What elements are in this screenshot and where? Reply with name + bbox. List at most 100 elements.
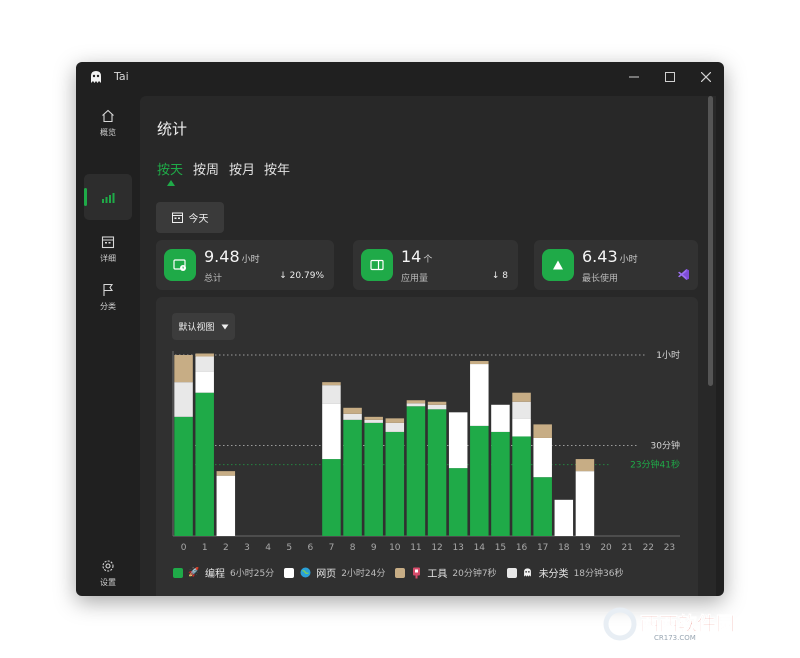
legend-item[interactable]: 工具 20分钟7秒 — [395, 565, 497, 580]
bar-segment — [174, 416, 193, 536]
bar-segment — [385, 431, 405, 536]
tab-day[interactable]: 按天 — [157, 159, 183, 178]
x-tick-label: 5 — [286, 543, 292, 553]
bar-segment — [448, 412, 468, 469]
legend: 🚀 编程 6小时25分 网页 2小时24分 工具 20分钟7秒 未分类 18分钟… — [173, 565, 633, 580]
bar-segment — [174, 382, 193, 417]
x-tick-label: 3 — [244, 543, 250, 553]
bar-segment — [575, 459, 595, 472]
maximize-icon — [665, 72, 675, 82]
bar-segment — [322, 459, 341, 536]
site-watermark: 西西软件园 CR173.COM — [602, 606, 780, 642]
bar-segment — [470, 425, 489, 536]
legend-item[interactable]: 🚀 编程 6小时25分 — [173, 565, 274, 580]
minimize-icon — [629, 76, 639, 78]
bar-segment — [216, 471, 236, 476]
x-tick-label: 23 — [664, 543, 675, 553]
date-label: 今天 — [188, 214, 209, 225]
watermark-text: 西西软件园 — [640, 612, 735, 635]
tab-year[interactable]: 按年 — [264, 159, 290, 178]
legend-time: 20分钟7秒 — [452, 569, 497, 579]
visual-studio-icon — [678, 269, 689, 280]
bar-segment — [512, 392, 531, 402]
sidebar-item-label: 设置 — [100, 577, 116, 587]
ghost-icon — [522, 567, 534, 579]
legend-name: 编程 — [205, 569, 225, 580]
x-tick-label: 11 — [410, 543, 421, 553]
bar-segment — [512, 418, 531, 437]
bar-segment — [216, 475, 236, 536]
bar-segment — [364, 416, 383, 420]
card-label: 最长使用 — [582, 274, 619, 284]
tab-week[interactable]: 按周 — [193, 159, 219, 178]
calendar-icon — [101, 235, 115, 248]
gear-icon — [102, 559, 114, 572]
bar-segment — [533, 437, 552, 478]
bar-segment — [343, 413, 362, 420]
app-window: Tai 概览 详细 分类 设置 统计 按天 按周 按月 按年 今天 9.48 小… — [76, 62, 724, 596]
active-indicator — [84, 188, 87, 206]
bar-segment — [343, 419, 362, 536]
x-tick-label: 13 — [452, 543, 463, 553]
x-tick-label: 19 — [579, 543, 591, 553]
tool-icon — [410, 567, 422, 579]
date-picker-button[interactable]: 今天 — [156, 202, 224, 233]
x-tick-label: 14 — [474, 543, 486, 553]
x-tick-label: 16 — [516, 543, 528, 553]
legend-item[interactable]: 未分类 18分钟36秒 — [506, 565, 623, 580]
maximize-button[interactable] — [652, 62, 688, 92]
legend-time: 2小时24分 — [341, 569, 386, 579]
total-icon-box — [164, 249, 196, 281]
bar-segment — [427, 404, 447, 410]
sidebar-item-overview[interactable]: 概览 — [84, 100, 132, 146]
bar-segment — [406, 403, 426, 407]
bar-segment — [427, 409, 447, 536]
x-tick-label: 8 — [350, 543, 356, 553]
x-tick-label: 2 — [223, 543, 229, 553]
tab-month[interactable]: 按月 — [229, 159, 255, 178]
sidebar-item-statistics[interactable] — [84, 174, 132, 220]
legend-name: 工具 — [427, 569, 448, 580]
x-tick-label: 12 — [431, 543, 442, 553]
bar-segment — [195, 392, 214, 536]
calendar-icon — [171, 212, 183, 223]
bar-segment — [470, 364, 489, 426]
bar-segment — [575, 471, 595, 536]
x-tick-label: 7 — [329, 543, 335, 553]
x-tick-label: 18 — [558, 543, 570, 553]
sidebar-item-label: 概览 — [100, 127, 116, 137]
card-value: 14 个 — [401, 247, 433, 266]
bar-segment — [364, 422, 383, 536]
rocket-icon: 🚀 — [188, 567, 200, 578]
app-logo-icon — [91, 71, 101, 83]
longest-icon-box — [542, 249, 574, 281]
legend-name: 未分类 — [538, 569, 569, 580]
reference-label: 23分钟41秒 — [630, 459, 680, 471]
x-tick-label: 4 — [265, 543, 271, 553]
globe-icon — [299, 567, 311, 579]
x-tick-label: 17 — [537, 543, 548, 553]
hourly-usage-chart: 1小时30分钟23分钟41秒0 1 2 3 4 5 6 7 8 9 10 11 12 13 14 15 16 17… — [172, 349, 680, 553]
bar-segment — [470, 361, 489, 365]
bar-segment — [406, 400, 426, 404]
sidebar-item-settings[interactable]: 设置 — [84, 550, 132, 596]
minimize-button[interactable] — [616, 62, 652, 92]
card-label: 应用量 — [401, 274, 429, 284]
x-tick-label: 6 — [307, 543, 313, 553]
sidebar: 概览 详细 分类 设置 — [76, 92, 140, 596]
total-card: 9.48 小时 总计 ↓ 20.79% — [156, 240, 334, 290]
sidebar-item-details[interactable]: 详细 — [84, 226, 132, 272]
bar-segment — [406, 406, 426, 536]
bar-segment — [385, 418, 405, 423]
x-tick-label: 10 — [389, 543, 401, 553]
longest-use-card: 6.43 小时 最长使用 — [534, 240, 698, 290]
bar-segment — [343, 407, 362, 414]
watermark-sub: CR173.COM — [654, 634, 696, 642]
sidebar-item-categories[interactable]: 分类 — [84, 274, 132, 320]
vertical-scrollbar[interactable] — [708, 96, 713, 386]
legend-item[interactable]: 网页 2小时24分 — [284, 565, 385, 580]
legend-swatch — [506, 567, 517, 578]
close-button[interactable] — [688, 62, 724, 92]
sidebar-item-label: 分类 — [100, 301, 116, 311]
bar-segment — [364, 419, 383, 423]
